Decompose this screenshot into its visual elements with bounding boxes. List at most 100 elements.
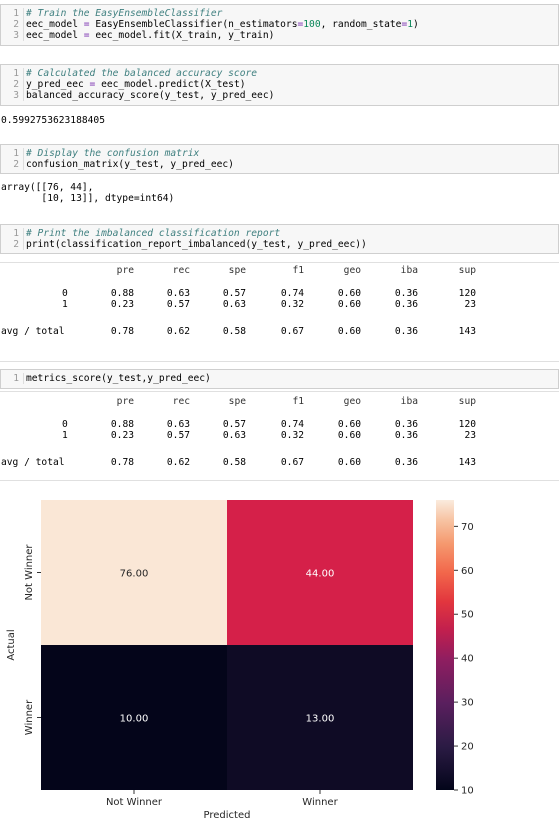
code-text: balanced_accuracy_score(y_test, y_pred_e…	[23, 90, 274, 101]
code-text: eec_model = EasyEnsembleClassifier(n_est…	[23, 19, 419, 30]
report-header-cell: iba	[400, 265, 418, 276]
report-header-cell: rec	[172, 396, 190, 407]
report-cell: 120	[458, 288, 476, 299]
line-number: 3	[13, 90, 19, 101]
heatmap-cell-value: 76.00	[120, 569, 149, 580]
report-header-cell: iba	[400, 396, 418, 407]
colorbar	[436, 500, 454, 790]
code-cell-report[interactable]: 1 # Print the imbalanced classification r…	[0, 224, 559, 254]
line-number: 1	[13, 68, 19, 79]
report-header-cell: rec	[172, 265, 190, 276]
report-cell: 23	[464, 430, 476, 441]
code-text: metrics_score(y_test,y_pred_eec)	[23, 373, 211, 384]
report-header-cell: pre	[116, 396, 134, 407]
report-header-cell: geo	[343, 265, 361, 276]
divider	[0, 262, 559, 263]
divider	[0, 391, 559, 392]
code-cell-metrics[interactable]: 1 metrics_score(y_test,y_pred_eec)	[0, 369, 559, 389]
cell-lines: 1 metrics_score(y_test,y_pred_eec)	[1, 370, 558, 384]
report-cell: 0.57	[222, 288, 246, 299]
report-cell: 0.63	[222, 430, 246, 441]
report-header-cell: sup	[458, 396, 476, 407]
cell-lines: 1 # Calculated the balanced accuracy scor…	[1, 65, 558, 101]
code-cell-confusion[interactable]: 1 # Display the confusion matrix 2 confusio…	[0, 144, 559, 174]
report-cell: 0.67	[280, 326, 304, 337]
confusion-output-line1: array([[76, 44],	[1, 182, 94, 193]
report-cell: 0.36	[394, 430, 418, 441]
report-cell: 0.60	[337, 457, 361, 468]
report-cell: 23	[464, 299, 476, 310]
heatmap-cell-value: 13.00	[306, 714, 335, 725]
code-line[interactable]: 3 balanced_accuracy_score(y_test, y_pred_…	[1, 90, 558, 101]
code-line[interactable]: 1 # Print the imbalanced classification r…	[1, 228, 558, 239]
code-text: # Calculated the balanced accuracy score	[23, 68, 257, 79]
report-total-row: avg / total 0.78 0.62 0.58 0.67 0.60 0.36 143	[0, 457, 559, 468]
code-text: # Display the confusion matrix	[23, 148, 199, 159]
report-cell: 0.57	[222, 419, 246, 430]
report-cell: 0.60	[337, 288, 361, 299]
report-cell: 0.63	[222, 299, 246, 310]
x-tick-label: Not Winner	[106, 797, 163, 808]
y-tick-label: Not Winner	[24, 544, 35, 601]
cell-lines: 1 # Print the imbalanced classification r…	[1, 225, 558, 250]
report-total-row: avg / total 0.78 0.62 0.58 0.67 0.60 0.36 143	[0, 326, 559, 337]
code-line[interactable]: 2 print(classification_report_imbalanced(…	[1, 239, 558, 250]
colorbar-tick-label: 20	[461, 742, 474, 753]
report-header-cell: f1	[292, 265, 304, 276]
report-cell: 0.78	[110, 326, 134, 337]
report-row: 1 0.23 0.57 0.63 0.32 0.60 0.36 23	[0, 299, 559, 310]
report-cell: 0.78	[110, 457, 134, 468]
code-line[interactable]: 2 eec_model = EasyEnsembleClassifier(n_es…	[1, 19, 558, 30]
line-number: 1	[13, 228, 19, 239]
code-text: # Train the EasyEnsembleClassifier	[23, 8, 222, 19]
divider	[0, 361, 559, 362]
divider	[0, 480, 559, 481]
report-cell: 0.58	[222, 326, 246, 337]
line-number: 2	[13, 159, 19, 170]
y-axis-label: Actual	[6, 629, 17, 660]
colorbar-tick-label: 60	[461, 566, 474, 577]
report-cell: 0.60	[337, 419, 361, 430]
x-axis-label: Predicted	[204, 810, 251, 821]
code-line[interactable]: 3 eec_model = eec_model.fit(X_train, y_tr…	[1, 30, 558, 41]
report-cell: 0.36	[394, 288, 418, 299]
code-line[interactable]: 1 # Display the confusion matrix	[1, 148, 558, 159]
line-number: 1	[13, 8, 19, 19]
accuracy-output: 0.5992753623188405	[1, 115, 105, 126]
cell-lines: 1 # Train the EasyEnsembleClassifier 2 eec_…	[1, 5, 558, 41]
report-cell: 0.60	[337, 430, 361, 441]
report-header-cell: sup	[458, 265, 476, 276]
report-cell: 0.62	[166, 326, 190, 337]
code-text: eec_model = eec_model.fit(X_train, y_tra…	[23, 30, 274, 41]
code-text: y_pred_eec = eec_model.predict(X_test)	[23, 79, 246, 90]
classification-report: pre rec spe f1 geo iba sup 0 0.88 0.63 0.57 0.74 0.6…	[0, 262, 559, 342]
report-header-cell: geo	[343, 396, 361, 407]
report-row-label: avg / total	[1, 457, 65, 468]
heatmap-cell-value: 44.00	[306, 569, 335, 580]
code-line[interactable]: 1 # Calculated the balanced accuracy scor…	[1, 68, 558, 79]
code-text: confusion_matrix(y_test, y_pred_eec)	[23, 159, 234, 170]
confusion-output-line2: [10, 13]], dtype=int64)	[1, 193, 175, 204]
line-number: 2	[13, 79, 19, 90]
code-cell-train[interactable]: 1 # Train the EasyEnsembleClassifier 2 eec_…	[0, 4, 559, 46]
report-cell: 0.60	[337, 299, 361, 310]
code-line[interactable]: 1 # Train the EasyEnsembleClassifier	[1, 8, 558, 19]
code-line[interactable]: 2 confusion_matrix(y_test, y_pred_eec)	[1, 159, 558, 170]
colorbar-tick-label: 40	[461, 654, 474, 665]
report-cell: 0.60	[337, 326, 361, 337]
x-tick-label: Winner	[302, 797, 338, 808]
cell-lines: 1 # Display the confusion matrix 2 confusio…	[1, 145, 558, 170]
report-cell: 0.62	[166, 457, 190, 468]
colorbar-tick-label: 10	[461, 786, 474, 797]
report-cell: 0.57	[166, 299, 190, 310]
code-line[interactable]: 1 metrics_score(y_test,y_pred_eec)	[1, 373, 558, 384]
colorbar-tick-label: 50	[461, 610, 474, 621]
heatmap-cell-value: 10.00	[120, 714, 149, 725]
line-number: 2	[13, 19, 19, 30]
y-tick-label: Winner	[24, 699, 35, 735]
report-header-cell: spe	[228, 265, 246, 276]
code-line[interactable]: 2 y_pred_eec = eec_model.predict(X_test)	[1, 79, 558, 90]
colorbar-tick-label: 30	[461, 698, 474, 709]
report-cell: 0.36	[394, 299, 418, 310]
code-cell-accuracy[interactable]: 1 # Calculated the balanced accuracy scor…	[0, 64, 559, 106]
